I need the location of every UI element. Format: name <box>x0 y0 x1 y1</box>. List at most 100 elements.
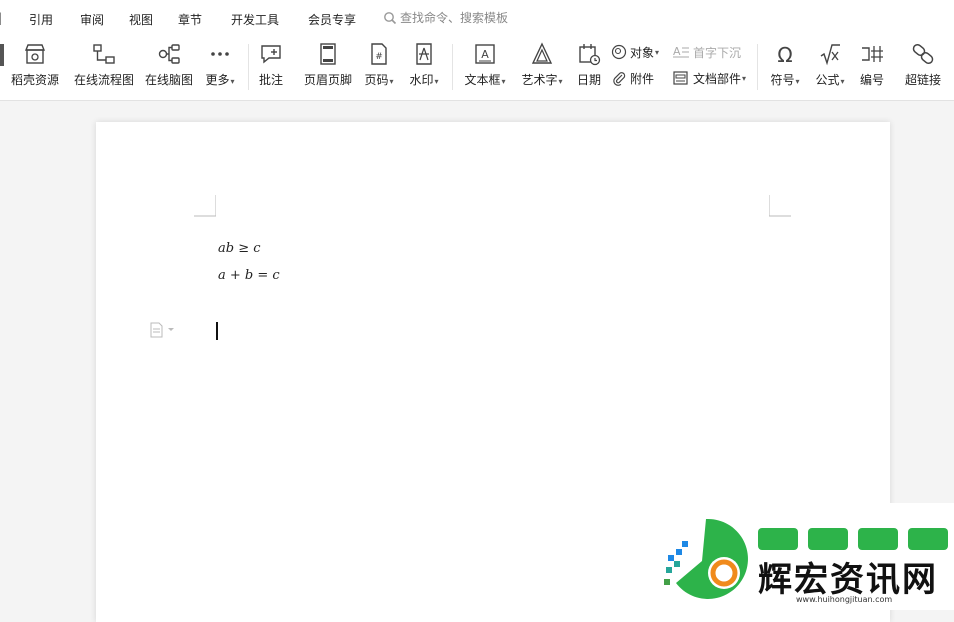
svg-text:#: # <box>375 52 383 62</box>
dropdown-caret-icon: ▾ <box>655 47 660 57</box>
header-footer-icon <box>320 43 336 65</box>
tool-dropcap[interactable]: A 首字下沉 <box>672 42 741 62</box>
margin-corner-top-left-icon <box>194 195 216 217</box>
site-slogan-graphic-icon <box>758 528 948 550</box>
formula-icon <box>820 44 840 66</box>
search-placeholder: 查找命令、搜索模板 <box>400 11 509 25</box>
hyperlink-icon <box>912 43 934 65</box>
date-icon <box>579 44 601 66</box>
tool-symbol[interactable]: Ω 符号▾ <box>765 36 805 100</box>
dropcap-icon: A <box>673 45 689 58</box>
svg-text:A: A <box>481 48 489 61</box>
menu-references[interactable]: 引用 <box>29 11 53 28</box>
tool-formula[interactable]: 公式▾ <box>810 36 850 100</box>
omega-icon: Ω <box>777 43 792 66</box>
tool-attachment[interactable]: 附件 <box>611 68 654 88</box>
site-brand-name: 辉宏资讯网 <box>758 560 938 600</box>
tool-watermark[interactable]: 水印▾ <box>403 36 445 100</box>
dropdown-caret-icon: ▾ <box>742 73 747 83</box>
tool-label: 编号 <box>859 73 884 87</box>
tool-label-text: 页码 <box>364 73 389 87</box>
tool-label: 水印▾ <box>403 71 445 88</box>
divider <box>248 44 249 90</box>
dropcap-label: 首字下沉 <box>693 45 742 60</box>
tool-label-text: 水印 <box>409 73 434 87</box>
insert-ribbon: 稻壳资源 在线流程图 在线脑图 更多▾ 批注 页眉页脚 # 页码▾ 水印▾ A … <box>0 36 954 101</box>
watermark-icon <box>416 43 432 65</box>
menu-member[interactable]: 会员专享 <box>308 11 356 28</box>
tool-label-text: 符号 <box>770 73 795 87</box>
margin-corner-top-right-icon <box>769 195 791 217</box>
dropdown-caret-icon: ▾ <box>434 77 439 86</box>
page-number-icon: # <box>371 43 387 65</box>
doc-parts-icon <box>673 71 688 85</box>
tool-label: 超链接 <box>904 73 941 87</box>
tool-textbox[interactable]: A 文本框▾ <box>459 36 511 100</box>
textbox-icon: A <box>475 44 495 64</box>
dropdown-caret-icon: ▾ <box>501 77 506 86</box>
menu-view[interactable]: 视图 <box>129 11 153 28</box>
tool-label: 更多▾ <box>200 71 240 88</box>
tool-label-text: 公式 <box>815 73 840 87</box>
menu-bar: | 引用 审阅 视图 章节 开发工具 会员专享 查找命令、搜索模板 <box>0 0 954 36</box>
tool-hyperlink[interactable]: 超链接 <box>902 36 944 100</box>
dropdown-caret-icon: ▾ <box>230 77 235 86</box>
dropdown-caret-icon: ▾ <box>840 77 845 86</box>
tool-label-text: 更多 <box>205 73 230 87</box>
tool-wordart[interactable]: 艺术字▾ <box>516 36 568 100</box>
site-url: www.huihongjituan.com <box>796 595 893 604</box>
tool-label: 日期 <box>576 73 601 87</box>
dropdown-caret-icon: ▾ <box>795 77 800 86</box>
text-cursor <box>216 322 218 340</box>
paragraph-handle-icon[interactable] <box>149 322 177 338</box>
tool-label-text: 文本框 <box>464 73 501 87</box>
attachment-label: 附件 <box>630 71 655 86</box>
tool-docer-resources[interactable]: 稻壳资源 <box>7 36 63 100</box>
mindmap-icon <box>158 44 180 64</box>
tool-online-flowchart[interactable]: 在线流程图 <box>70 36 138 100</box>
tool-numbering[interactable]: 编号 <box>855 36 889 100</box>
tool-label: 在线脑图 <box>144 73 193 87</box>
shop-icon <box>24 44 46 64</box>
wordart-icon <box>531 42 553 64</box>
object-label: 对象 <box>630 45 655 60</box>
tool-label: 页眉页脚 <box>303 73 352 87</box>
divider <box>757 44 758 90</box>
tool-label-text: 艺术字 <box>521 73 558 87</box>
tool-label: 文本框▾ <box>459 71 511 88</box>
dropdown-caret-icon: ▾ <box>389 77 394 86</box>
tool-label: 稻壳资源 <box>10 73 59 87</box>
tool-label: 符号▾ <box>765 71 805 88</box>
site-logo-icon <box>664 518 748 599</box>
tool-doc-parts[interactable]: 文档部件 ▾ <box>672 68 746 88</box>
command-search[interactable]: 查找命令、搜索模板 <box>383 9 508 26</box>
cropped-tool-icon <box>0 44 4 66</box>
object-icon <box>611 44 627 60</box>
tool-label: 批注 <box>258 73 283 87</box>
tool-label: 公式▾ <box>810 71 850 88</box>
equation-line-2[interactable]: a + b = c <box>218 268 280 283</box>
equation-line-1[interactable]: ab ≥ c <box>218 241 261 256</box>
menu-review[interactable]: 审阅 <box>80 11 104 28</box>
tool-page-number[interactable]: # 页码▾ <box>360 36 398 100</box>
tool-label: 在线流程图 <box>73 73 134 87</box>
tool-date[interactable]: 日期 <box>574 36 604 100</box>
tool-object[interactable]: 对象 ▾ <box>611 42 659 62</box>
divider <box>452 44 453 90</box>
tool-comment[interactable]: 批注 <box>253 36 289 100</box>
comment-icon <box>261 45 281 64</box>
tool-label: 页码▾ <box>360 71 398 88</box>
search-icon <box>384 11 397 24</box>
dropdown-caret-icon: ▾ <box>558 77 563 86</box>
doc-parts-label: 文档部件 <box>693 71 742 86</box>
flowchart-icon <box>93 44 115 64</box>
tool-more[interactable]: 更多▾ <box>200 36 240 100</box>
menu-developer[interactable]: 开发工具 <box>231 11 279 28</box>
menu-chapter[interactable]: 章节 <box>178 11 202 28</box>
menu-insert-partial[interactable]: | <box>0 11 2 25</box>
numbering-icon <box>862 46 883 62</box>
tool-online-mindmap[interactable]: 在线脑图 <box>141 36 197 100</box>
more-icon <box>211 52 229 56</box>
tool-label: 艺术字▾ <box>516 71 568 88</box>
tool-header-footer[interactable]: 页眉页脚 <box>300 36 356 100</box>
